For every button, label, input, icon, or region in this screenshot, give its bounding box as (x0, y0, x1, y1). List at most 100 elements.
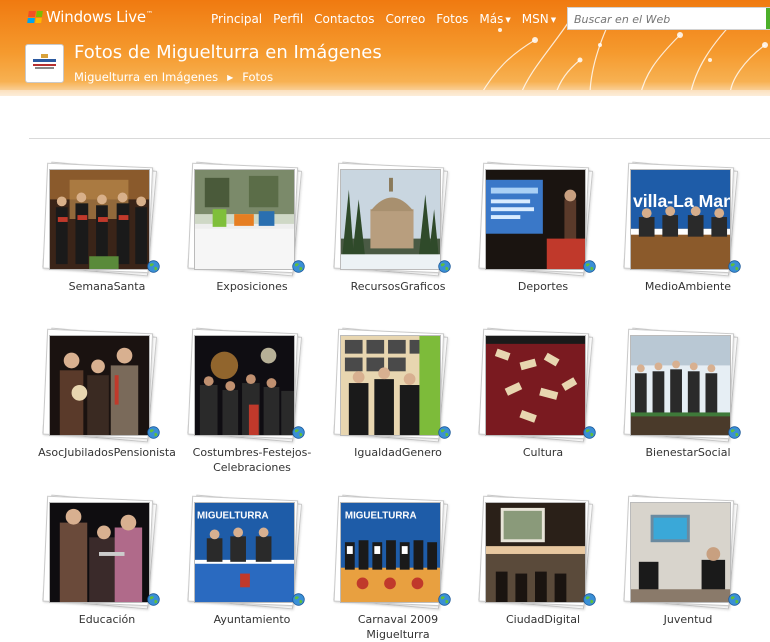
globe-icon (728, 424, 741, 439)
album-cover-photo[interactable] (630, 502, 731, 603)
nav-perfil[interactable]: Perfil (273, 12, 303, 26)
album-exposiciones[interactable]: Exposiciones (179, 161, 325, 294)
album-carnaval-2009-miguelturra[interactable]: MIGUELTURRA Carnaval 2009 Miguelturra (325, 494, 471, 642)
album-cover-image (195, 170, 294, 269)
album-title[interactable]: SemanaSanta (34, 279, 180, 294)
nav-label: Contactos (314, 12, 375, 26)
album-title[interactable]: MedioAmbiente (615, 279, 761, 294)
globe-icon (292, 258, 305, 273)
album-ciudaddigital[interactable]: CiudadDigital (470, 494, 616, 627)
album-photo-stack[interactable] (179, 327, 325, 443)
nav-principal[interactable]: Principal (211, 12, 262, 26)
content-divider (29, 138, 770, 139)
album-asocjubiladospensionista[interactable]: AsocJubiladosPensionista (34, 327, 180, 460)
album-deportes[interactable]: Deportes (470, 161, 616, 294)
album-photo-stack[interactable] (470, 161, 616, 277)
album-title[interactable]: RecursosGraficos (325, 279, 471, 294)
globe-icon (438, 424, 451, 439)
album-costumbres-festejos-celebraciones[interactable]: Costumbres-Festejos- Celebraciones (179, 327, 325, 475)
album-cultura[interactable]: Cultura (470, 327, 616, 460)
album-title[interactable]: IgualdadGenero (325, 445, 471, 460)
album-photo-stack[interactable] (325, 327, 471, 443)
album-photo-stack[interactable] (470, 494, 616, 610)
search-input[interactable] (568, 9, 765, 30)
album-cover-image (50, 336, 149, 435)
album-title[interactable]: Educación (34, 612, 180, 627)
album-photo-stack[interactable] (470, 327, 616, 443)
album-photo-stack[interactable] (34, 161, 180, 277)
brand-name: Windows Live™ (46, 8, 153, 26)
globe-icon (147, 591, 160, 606)
album-photo-stack[interactable] (615, 494, 761, 610)
album-title[interactable]: Cultura (470, 445, 616, 460)
space-avatar[interactable] (25, 44, 64, 83)
album-photo-stack[interactable] (325, 161, 471, 277)
svg-text:MIGUELTURRA: MIGUELTURRA (345, 511, 417, 522)
album-cover-photo[interactable] (340, 169, 441, 270)
album-title[interactable]: Exposiciones (179, 279, 325, 294)
album-juventud[interactable]: Juventud (615, 494, 761, 627)
top-navigation: Principal Perfil Contactos Correo Fotos Más ▼ M… (211, 12, 567, 26)
album-cover-photo[interactable] (485, 169, 586, 270)
album-title[interactable]: Costumbres-Festejos- Celebraciones (179, 445, 325, 475)
album-cover-photo[interactable]: villa-La Manc (630, 169, 731, 270)
windows-flag-icon (27, 11, 43, 23)
globe-icon (583, 424, 596, 439)
album-cover-image (486, 503, 585, 602)
album-cover-photo[interactable] (194, 169, 295, 270)
album-bienestarsocial[interactable]: BienestarSocial (615, 327, 761, 460)
album-title[interactable]: Juventud (615, 612, 761, 627)
album-recursosgraficos[interactable]: RecursosGraficos (325, 161, 471, 294)
album-cover-photo[interactable]: MIGUELTURRA (340, 502, 441, 603)
album-title[interactable]: Ayuntamiento (179, 612, 325, 627)
album-educacion[interactable]: Educación (34, 494, 180, 627)
album-cover-photo[interactable] (49, 169, 150, 270)
nav-contactos[interactable]: Contactos (314, 12, 374, 26)
album-cover-photo[interactable] (485, 502, 586, 603)
album-cover-image (486, 336, 585, 435)
album-semanasanta[interactable]: SemanaSanta (34, 161, 180, 294)
album-photo-stack[interactable]: MIGUELTURRA (179, 494, 325, 610)
nav-label: Perfil (273, 12, 304, 26)
breadcrumb-arrow-icon: ▶ (227, 73, 234, 82)
search-go-button[interactable] (766, 8, 770, 29)
nav-msn[interactable]: MSN ▼ (522, 12, 556, 26)
album-cover-photo[interactable] (485, 335, 586, 436)
nav-m-s[interactable]: Más ▼ (479, 12, 510, 26)
windows-live-logo[interactable]: Windows Live™ (27, 8, 153, 26)
breadcrumb-current[interactable]: Fotos (242, 70, 273, 84)
album-title[interactable]: AsocJubiladosPensionista (34, 445, 180, 460)
album-photo-stack[interactable]: villa-La Manc (615, 161, 761, 277)
album-cover-photo[interactable]: MIGUELTURRA (194, 502, 295, 603)
svg-text:MIGUELTURRA: MIGUELTURRA (197, 511, 269, 522)
album-cover-photo[interactable] (630, 335, 731, 436)
album-ayuntamiento[interactable]: MIGUELTURRA Ayuntamiento (179, 494, 325, 627)
album-title[interactable]: Deportes (470, 279, 616, 294)
album-title[interactable]: CiudadDigital (470, 612, 616, 627)
album-cover-image: villa-La Manc (631, 170, 730, 269)
nav-label: Fotos (436, 12, 469, 26)
album-title[interactable]: BienestarSocial (615, 445, 761, 460)
album-cover-photo[interactable] (340, 335, 441, 436)
album-photo-stack[interactable]: MIGUELTURRA (325, 494, 471, 610)
nav-label: Más (479, 12, 504, 26)
globe-icon (728, 258, 741, 273)
album-title[interactable]: Carnaval 2009 Miguelturra (325, 612, 471, 642)
nav-fotos[interactable]: Fotos (436, 12, 468, 26)
album-cover-image (50, 503, 149, 602)
nav-correo[interactable]: Correo (385, 12, 425, 26)
album-cover-image (50, 170, 149, 269)
album-igualdadgenero[interactable]: IgualdadGenero (325, 327, 471, 460)
album-cover-photo[interactable] (194, 335, 295, 436)
album-photo-stack[interactable] (615, 327, 761, 443)
album-cover-image (486, 170, 585, 269)
svg-text:villa-La Manc: villa-La Manc (633, 191, 730, 211)
album-photo-stack[interactable] (34, 494, 180, 610)
album-medioambiente[interactable]: villa-La Manc MedioAmbiente (615, 161, 761, 294)
album-cover-photo[interactable] (49, 502, 150, 603)
album-cover-image (631, 336, 730, 435)
breadcrumb-space-link[interactable]: Miguelturra en Imágenes (74, 70, 218, 84)
album-cover-photo[interactable] (49, 335, 150, 436)
album-photo-stack[interactable] (34, 327, 180, 443)
album-photo-stack[interactable] (179, 161, 325, 277)
